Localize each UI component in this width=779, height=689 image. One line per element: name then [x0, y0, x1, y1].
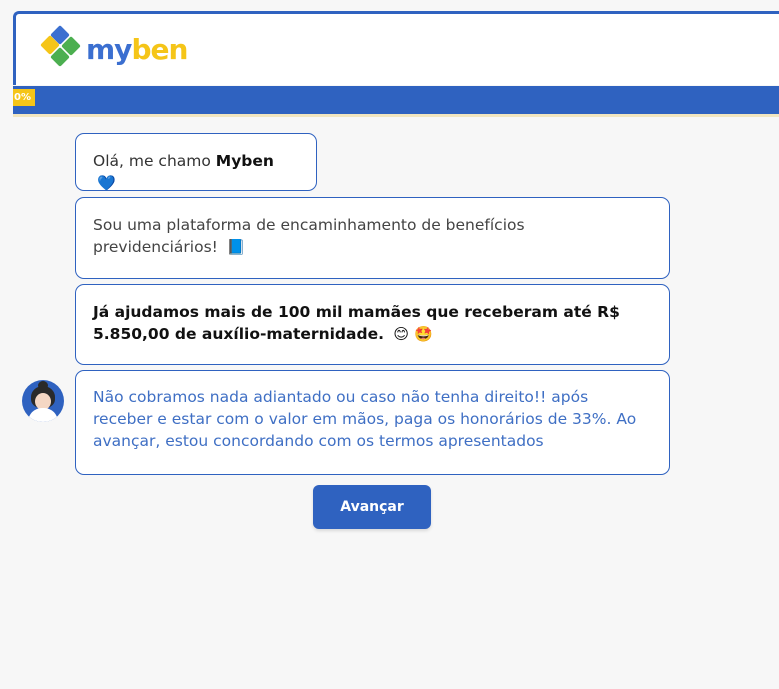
- chat-message-bold: Myben: [215, 152, 274, 170]
- chat-message-text: Sou uma plataforma de encaminhamento de …: [93, 216, 525, 256]
- chat-message-platform: Sou uma plataforma de encaminhamento de …: [75, 197, 670, 279]
- blue-book-icon: 📘: [226, 238, 246, 256]
- blue-heart-icon: 💙: [97, 174, 116, 192]
- chat-message-terms: Não cobramos nada adiantado ou caso não …: [75, 370, 670, 475]
- chat-message-text: Olá, me chamo: [93, 152, 216, 170]
- chat-message-text: Não cobramos nada adiantado ou caso não …: [93, 388, 637, 450]
- logo-mark-icon: [38, 22, 84, 78]
- logo-wordmark: myben: [86, 33, 188, 66]
- chat-message-greeting: Olá, me chamo Myben 💙: [75, 133, 317, 192]
- progress-bar: 0%: [13, 86, 779, 114]
- header: myben: [13, 11, 779, 85]
- myben-logo[interactable]: myben: [38, 22, 188, 78]
- chat-message-achievement: Já ajudamos mais de 100 mil mamães que r…: [75, 284, 670, 365]
- smile-star-eyes-icon: 😊 🤩: [393, 325, 433, 343]
- chat-message-text: Já ajudamos mais de 100 mil mamães que r…: [93, 303, 620, 343]
- progress-percent-label: 0%: [13, 89, 35, 106]
- progress-divider: [13, 114, 779, 117]
- assistant-avatar: [22, 380, 64, 422]
- advance-button[interactable]: Avançar: [313, 485, 431, 529]
